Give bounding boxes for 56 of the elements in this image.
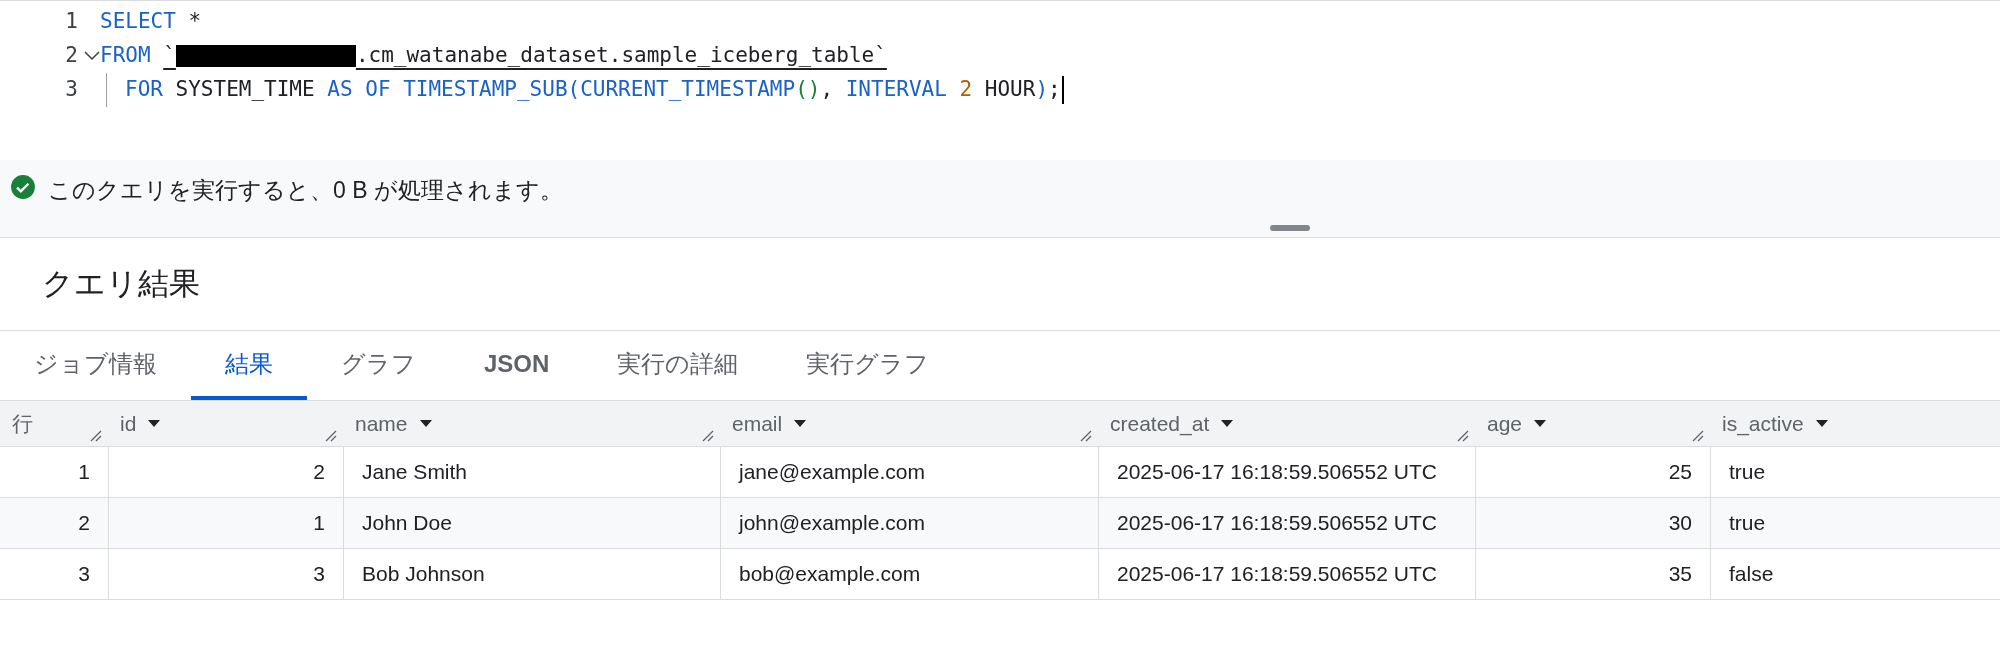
column-header[interactable]: name [343, 401, 720, 446]
sort-caret-icon [794, 419, 807, 428]
check-circle-icon [10, 174, 36, 200]
table-cell: 35 [1475, 549, 1710, 599]
row-number: 3 [77, 561, 91, 588]
row-number: 1 [77, 459, 91, 486]
column-header[interactable]: created_at [1098, 401, 1475, 446]
table-cell: 2025-06-17 16:18:59.506552 UTC [1098, 447, 1475, 497]
fold-chevron-icon[interactable] [84, 51, 100, 61]
table-cell: 2 [108, 447, 343, 497]
results-tab[interactable]: ジョブ情報 [0, 331, 191, 400]
code-line[interactable]: FOR SYSTEM_TIME AS OF TIMESTAMP_SUB(CURRENT_TIMESTAMP(), INTERVAL 2 HOUR); [125, 74, 1061, 106]
table-cell: 2025-06-17 16:18:59.506552 UTC [1098, 549, 1475, 599]
results-title: クエリ結果 [42, 264, 200, 303]
resize-grip-icon[interactable] [1455, 428, 1469, 442]
line-number: 3 [65, 76, 78, 104]
sort-caret-icon [148, 419, 161, 428]
results-tab[interactable]: JSON [450, 331, 584, 400]
resize-grip-icon[interactable] [88, 428, 102, 442]
table-cell: 25 [1475, 447, 1710, 497]
table-cell: 30 [1475, 498, 1710, 548]
validation-message: このクエリを実行すると、0 B が処理されます。 [48, 176, 563, 205]
column-header[interactable]: 行 [0, 401, 108, 446]
results-tab[interactable]: 実行の詳細 [583, 331, 773, 400]
column-header[interactable]: email [720, 401, 1098, 446]
column-header[interactable]: id [108, 401, 343, 446]
table-cell: jane@example.com [720, 447, 1098, 497]
resize-grip-icon[interactable] [1690, 428, 1704, 442]
table-cell: true [1710, 447, 2000, 497]
table-cell: 2025-06-17 16:18:59.506552 UTC [1098, 498, 1475, 548]
resize-grip-icon[interactable] [323, 428, 337, 442]
resize-handle[interactable] [1270, 225, 1310, 231]
sort-caret-icon [1221, 419, 1234, 428]
table-cell: true [1710, 498, 2000, 548]
table-cell: bob@example.com [720, 549, 1098, 599]
table-cell: john@example.com [720, 498, 1098, 548]
results-tab[interactable]: グラフ [307, 331, 450, 400]
sort-caret-icon [419, 419, 432, 428]
line-number: 1 [65, 8, 78, 36]
column-header[interactable]: is_active [1710, 401, 2000, 446]
table-cell: Bob Johnson [343, 549, 720, 599]
table-cell: 3 [108, 549, 343, 599]
code-line[interactable]: FROM ` .cm_watanabe_dataset.sample_iceberg_table` [100, 40, 887, 72]
row-number: 2 [77, 510, 91, 537]
resize-grip-icon[interactable] [1078, 428, 1092, 442]
table-cell: 1 [108, 498, 343, 548]
table-cell: Jane Smith [343, 447, 720, 497]
table-cell: false [1710, 549, 2000, 599]
code-line[interactable]: SELECT * [100, 6, 202, 38]
results-tab[interactable]: 実行グラフ [772, 331, 964, 400]
resize-grip-icon[interactable] [700, 428, 714, 442]
sort-caret-icon [1534, 419, 1547, 428]
line-number: 2 [65, 42, 78, 70]
table-cell: John Doe [343, 498, 720, 548]
sort-caret-icon [1815, 419, 1828, 428]
column-header[interactable]: age [1475, 401, 1710, 446]
